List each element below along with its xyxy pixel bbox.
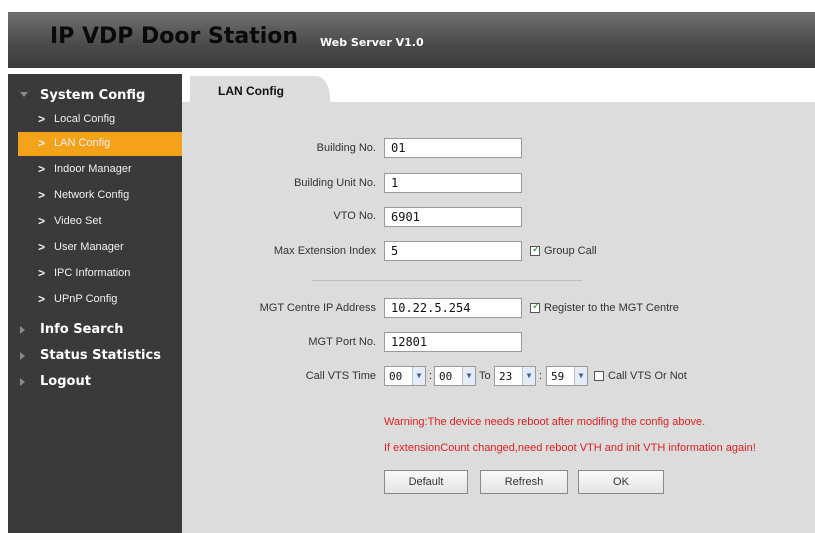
mgt-ip-label: MGT Centre IP Address (259, 302, 376, 314)
sidebar-item-video-set[interactable]: > Video Set (18, 210, 182, 234)
start-minute-select[interactable]: 00 ▼ (434, 366, 476, 386)
end-minute-select[interactable]: 59 ▼ (546, 366, 588, 386)
triangle-right-icon (20, 378, 25, 386)
triangle-right-icon (20, 352, 25, 360)
warning-reboot-text: Warning:The device needs reboot after mo… (384, 416, 706, 428)
app-title: IP VDP Door Station (50, 24, 299, 49)
chevron-right-icon: > (38, 214, 46, 228)
check-icon: ✓ (532, 301, 541, 312)
sidebar-item-label: Network Config (54, 189, 130, 201)
to-label: To (479, 370, 491, 382)
start-hour-select[interactable]: 00 ▼ (384, 366, 426, 386)
warning-extension-text: If extensionCount changed,need reboot VT… (384, 442, 756, 454)
sidebar-item-label: Indoor Manager (54, 163, 132, 175)
select-value: 00 (439, 370, 453, 383)
max-extension-index-input[interactable]: 5 (384, 241, 522, 261)
sidebar-item-user-manager[interactable]: > User Manager (18, 236, 182, 260)
building-unit-no-input[interactable]: 1 (384, 173, 522, 193)
select-value: 59 (551, 370, 565, 383)
mgt-port-label: MGT Port No. (308, 336, 376, 348)
group-call-label: Group Call (544, 245, 597, 257)
menu-group-logout[interactable]: Logout (8, 370, 182, 394)
end-hour-select[interactable]: 23 ▼ (494, 366, 536, 386)
menu-group-info-search[interactable]: Info Search (8, 318, 182, 342)
menu-group-status-statistics[interactable]: Status Statistics (8, 344, 182, 368)
sidebar-item-ipc-information[interactable]: > IPC Information (18, 262, 182, 286)
building-unit-no-label: Building Unit No. (294, 177, 376, 189)
menu-group-system-config[interactable]: System Config (8, 84, 182, 108)
sidebar-item-label: Local Config (54, 113, 116, 125)
mgt-port-input[interactable]: 12801 (384, 332, 522, 352)
app-frame: IP VDP Door Station Web Server V1.0 Syst… (8, 12, 815, 533)
vto-no-input[interactable]: 6901 (384, 207, 522, 227)
section-divider (312, 280, 582, 281)
chevron-right-icon: > (38, 162, 46, 176)
menu-group-label: System Config (40, 88, 146, 103)
chevron-right-icon: > (38, 292, 46, 306)
call-vts-or-not-label: Call VTS Or Not (608, 370, 687, 382)
call-vts-or-not-checkbox[interactable] (594, 371, 604, 381)
time-separator: : (429, 370, 433, 382)
sidebar-item-label: LAN Config (54, 137, 111, 149)
call-vts-time-label: Call VTS Time (305, 370, 376, 382)
app-subtitle: Web Server V1.0 (320, 36, 424, 49)
tab-strip: LAN Config (182, 74, 815, 102)
sidebar-item-upnp-config[interactable]: > UPnP Config (18, 288, 182, 312)
chevron-right-icon: > (38, 188, 46, 202)
select-value: 00 (389, 370, 403, 383)
ok-button[interactable]: OK (578, 470, 664, 494)
chevron-right-icon: > (38, 266, 46, 280)
triangle-right-icon (20, 326, 25, 334)
chevron-right-icon: > (38, 112, 46, 126)
sidebar-item-indoor-manager[interactable]: > Indoor Manager (18, 158, 182, 182)
group-call-checkbox[interactable]: ✓ (530, 244, 541, 256)
menu-group-label: Info Search (40, 322, 124, 337)
header-bar: IP VDP Door Station Web Server V1.0 (8, 12, 815, 68)
menu-group-label: Logout (40, 374, 91, 389)
sidebar-item-label: UPnP Config (54, 293, 118, 305)
mgt-ip-input[interactable]: 10.22.5.254 (384, 298, 522, 318)
sidebar: System Config > Local Config > LAN Confi… (8, 74, 182, 533)
building-no-label: Building No. (316, 142, 376, 154)
chevron-right-icon: > (38, 136, 46, 150)
tab-lan-config[interactable]: LAN Config (190, 76, 330, 102)
max-extension-index-label: Max Extension Index (273, 245, 376, 257)
tab-label: LAN Config (218, 84, 284, 98)
check-icon: ✓ (532, 244, 541, 255)
register-mgt-label: Register to the MGT Centre (544, 302, 679, 314)
sidebar-item-local-config[interactable]: > Local Config (18, 108, 182, 132)
sidebar-item-label: User Manager (54, 241, 124, 253)
sidebar-item-lan-config[interactable]: > LAN Config (18, 132, 182, 156)
sidebar-item-label: IPC Information (54, 267, 131, 279)
select-value: 23 (499, 370, 513, 383)
sidebar-item-label: Video Set (54, 215, 102, 227)
sidebar-item-network-config[interactable]: > Network Config (18, 184, 182, 208)
chevron-down-icon: ▼ (412, 367, 425, 385)
building-no-input[interactable]: 01 (384, 138, 522, 158)
main-content: LAN Config Building No. 01 Building Unit… (182, 74, 815, 533)
refresh-button[interactable]: Refresh (480, 470, 568, 494)
time-separator: : (539, 370, 543, 382)
chevron-down-icon: ▼ (462, 367, 475, 385)
menu-group-label: Status Statistics (40, 348, 161, 363)
chevron-down-icon: ▼ (522, 367, 535, 385)
default-button[interactable]: Default (384, 470, 468, 494)
vto-no-label: VTO No. (333, 210, 376, 222)
triangle-down-icon (20, 92, 28, 97)
chevron-down-icon: ▼ (574, 367, 587, 385)
register-mgt-checkbox[interactable]: ✓ (530, 301, 541, 313)
chevron-right-icon: > (38, 240, 46, 254)
